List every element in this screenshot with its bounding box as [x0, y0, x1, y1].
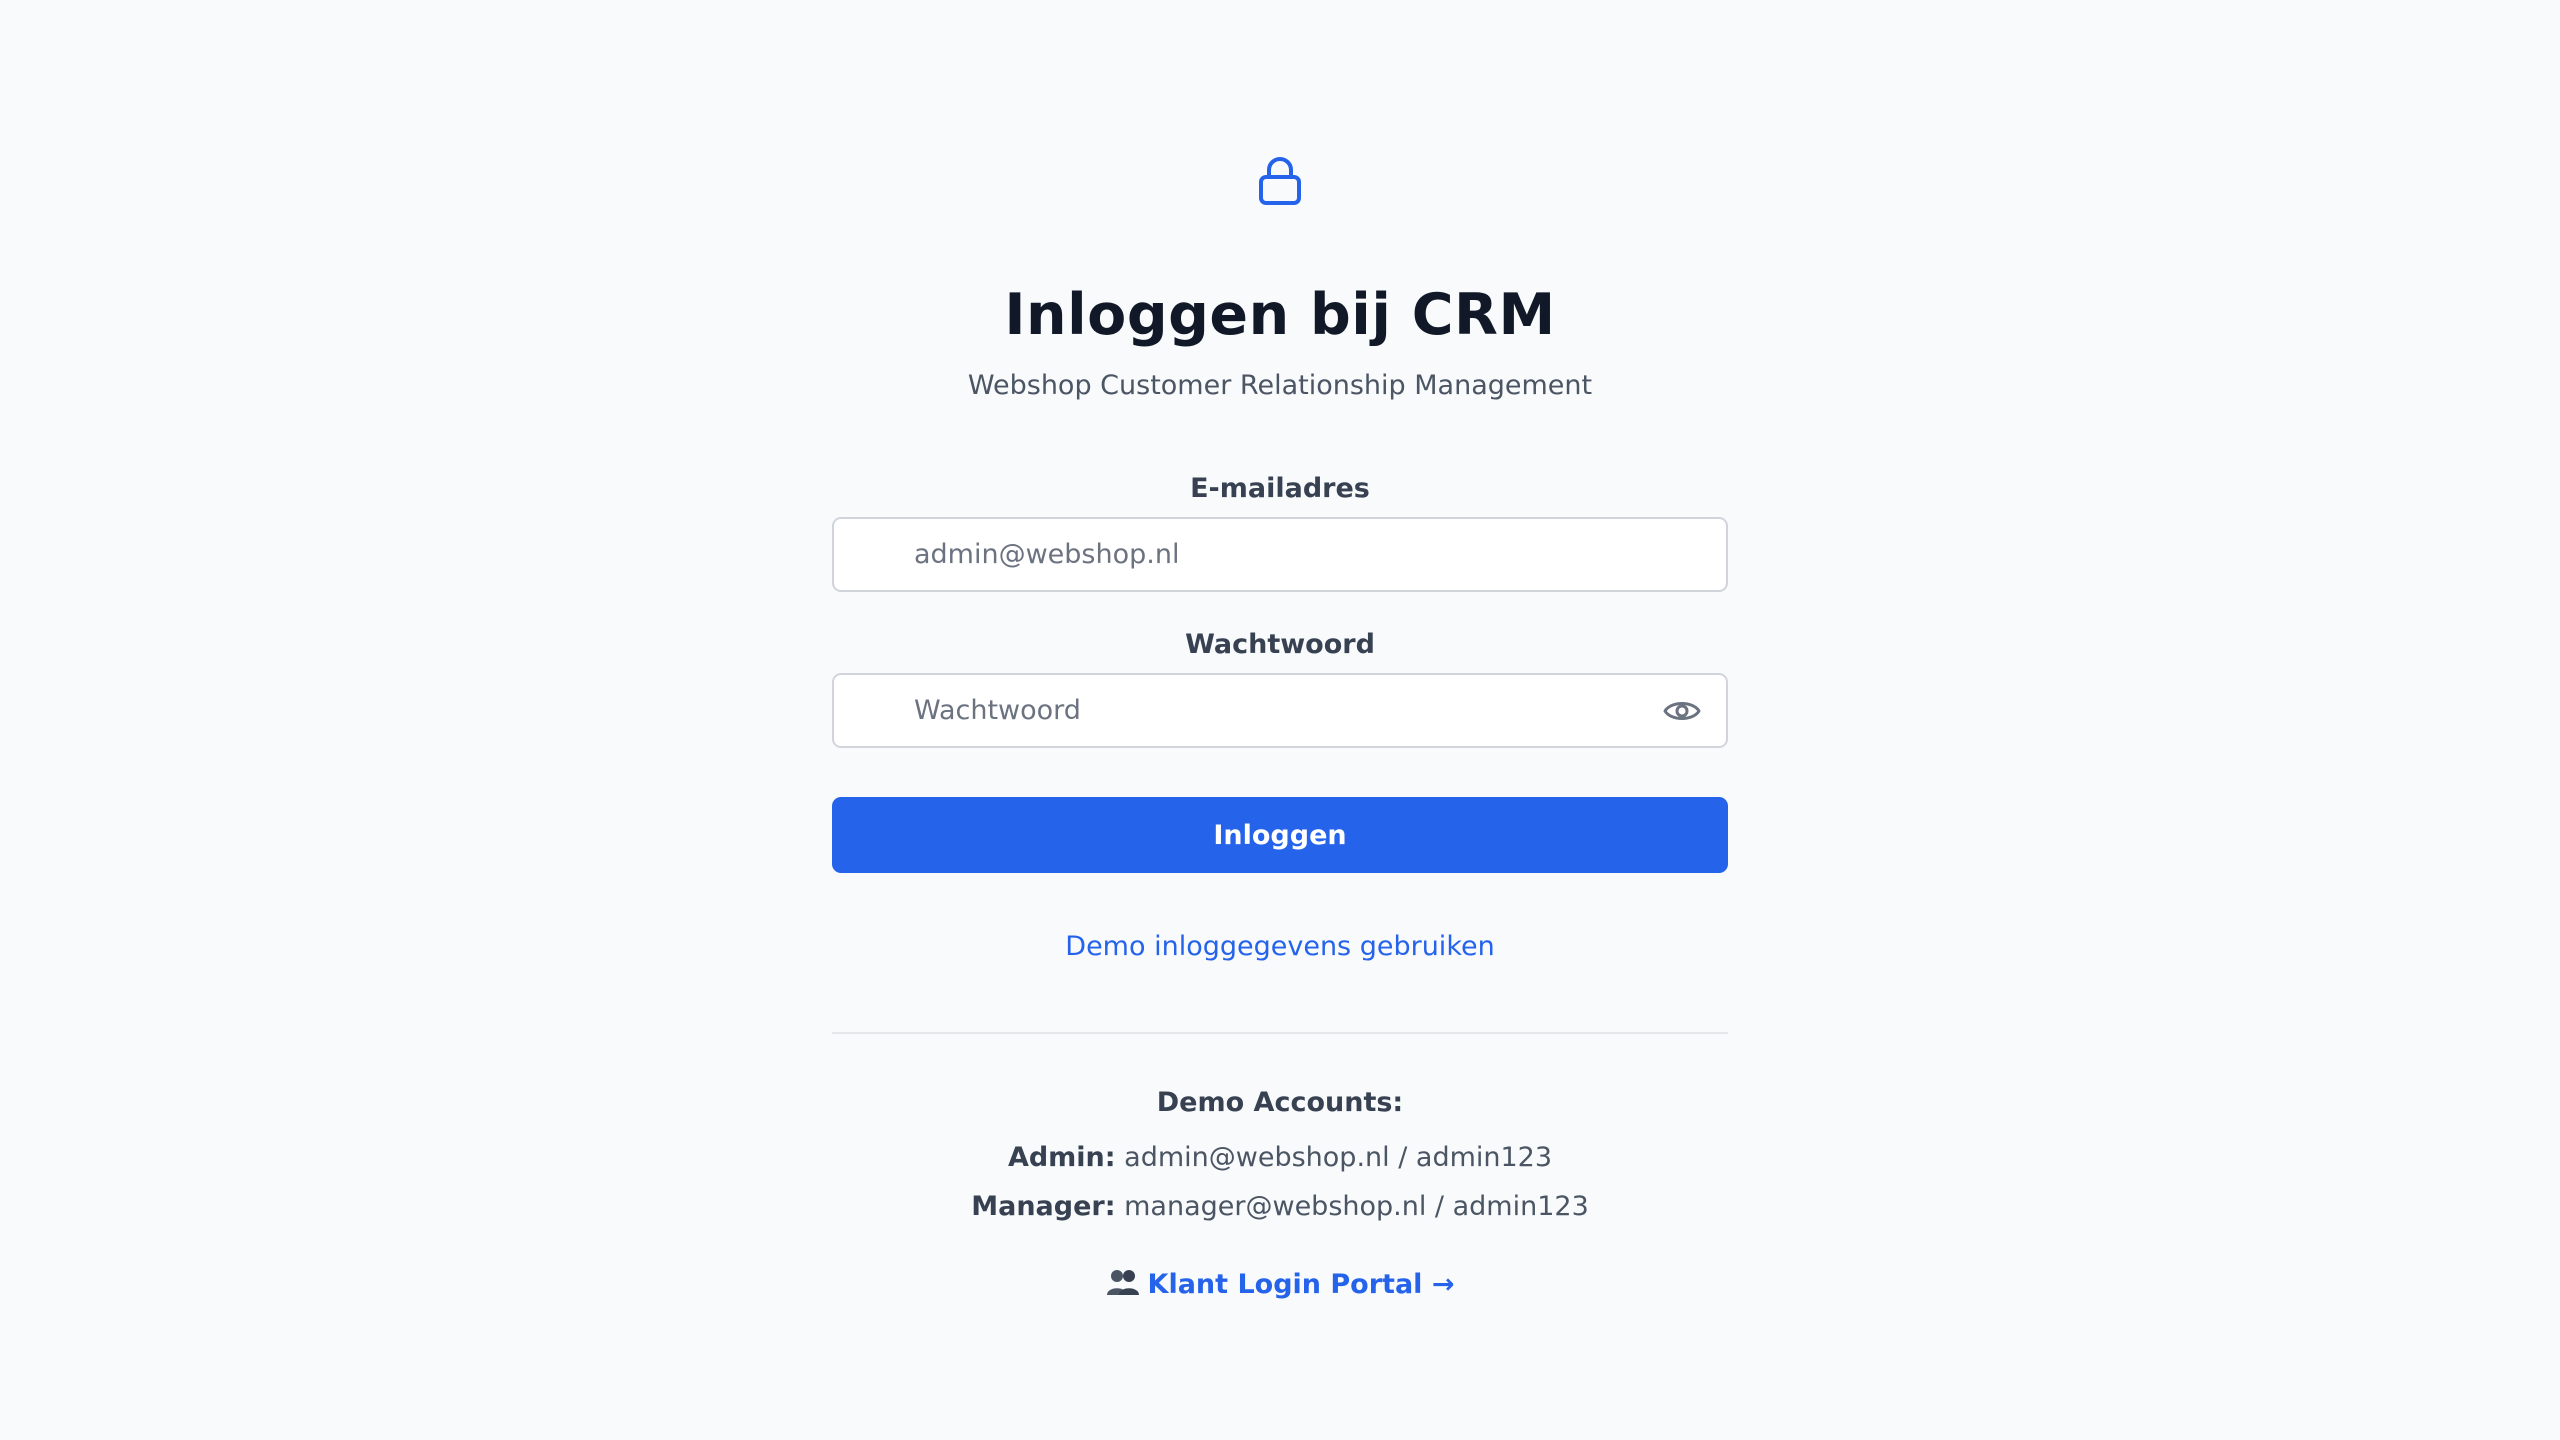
demo-account-admin: Admin: admin@webshop.nl / admin123 [832, 1138, 1728, 1178]
divider [832, 1032, 1728, 1034]
password-input[interactable] [914, 675, 1634, 746]
password-field-box [832, 673, 1728, 748]
account-role: Manager: [971, 1191, 1116, 1222]
people-icon [1106, 1270, 1139, 1295]
account-credentials: admin@webshop.nl / admin123 [1124, 1142, 1553, 1173]
email-input[interactable] [914, 519, 1634, 590]
demo-account-manager: Manager: manager@webshop.nl / admin123 [832, 1187, 1728, 1227]
account-role: Admin: [1007, 1142, 1116, 1173]
demo-accounts-heading: Demo Accounts: [1156, 1087, 1404, 1118]
customer-portal-row: Klant Login Portal → [832, 1265, 1728, 1305]
lock-icon [1259, 157, 1301, 205]
page-subtitle: Webshop Customer Relationship Management [967, 370, 1593, 401]
account-credentials: manager@webshop.nl / admin123 [1124, 1191, 1589, 1222]
email-field-box [832, 517, 1728, 592]
page-title: Inloggen bij CRM [1004, 282, 1556, 348]
email-label: E-mailadres [1190, 473, 1370, 504]
customer-portal-link[interactable]: Klant Login Portal → [1148, 1269, 1455, 1300]
eye-icon[interactable] [1662, 694, 1702, 728]
password-label: Wachtwoord [1185, 629, 1375, 660]
login-panel: Inloggen bij CRM Webshop Customer Relati… [832, 0, 1728, 1440]
login-button[interactable]: Inloggen [832, 797, 1728, 873]
demo-credentials-link[interactable]: Demo inloggegevens gebruiken [832, 927, 1728, 967]
